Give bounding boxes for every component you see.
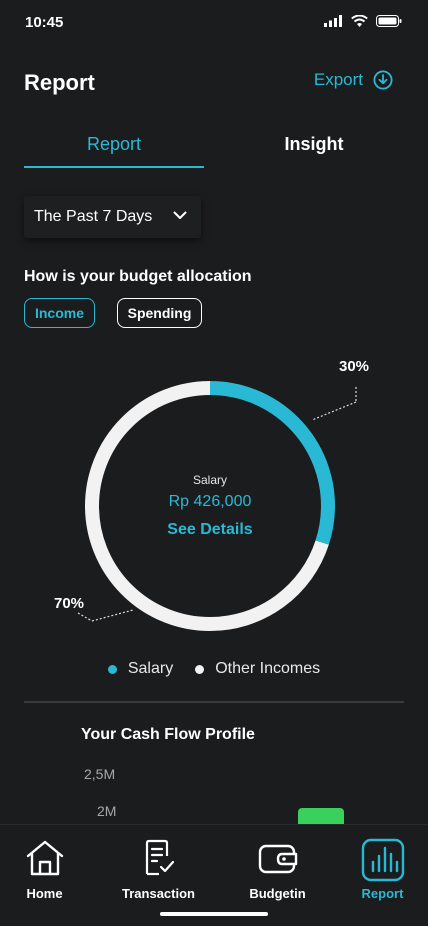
chart-legend: Salary Other Incomes	[0, 660, 428, 678]
allocation-donut-chart: 30% 70% Salary Rp 426,000 See Details	[0, 345, 428, 645]
wallet-icon	[258, 844, 297, 874]
chevron-down-icon	[173, 211, 187, 219]
center-category: Salary	[192, 473, 227, 487]
export-label: Export	[313, 70, 363, 89]
donut-center: Salary Rp 426,000 See Details	[110, 473, 310, 539]
nav-item-home[interactable]: Home	[0, 825, 98, 905]
nav-item-budgetin[interactable]: Budgetin	[224, 825, 331, 905]
leader-line-70	[91, 609, 134, 622]
see-details-link[interactable]: See Details	[110, 521, 310, 539]
status-time: 10:45	[25, 14, 64, 31]
slice-label-other: 70%	[54, 595, 85, 612]
signal-icon	[324, 15, 342, 27]
legend-label-salary: Salary	[127, 660, 174, 677]
page-title: Report	[24, 70, 95, 95]
home-indicator	[160, 912, 268, 916]
y-tick-label: 2M	[97, 803, 117, 819]
tab-insight[interactable]: Insight	[224, 134, 404, 168]
tab-report[interactable]: Report	[24, 134, 204, 168]
leader-line-30-diag	[311, 401, 357, 421]
legend-dot-other	[195, 664, 205, 674]
period-dropdown[interactable]: The Past 7 Days	[24, 196, 201, 238]
report-tabs: Report Insight	[24, 134, 404, 168]
slice-label-salary: 30%	[339, 358, 370, 375]
nav-label-transaction: Transaction	[122, 886, 195, 901]
legend-item-other: Other Incomes	[195, 660, 320, 678]
legend-dot-salary	[107, 664, 117, 674]
legend-item-salary: Salary	[107, 660, 174, 678]
nav-label-budgetin: Budgetin	[249, 886, 306, 901]
center-amount: Rp 426,000	[168, 493, 252, 510]
header: Report Export	[24, 66, 404, 100]
nav-label-home: Home	[26, 886, 63, 901]
filter-income[interactable]: Income	[24, 298, 95, 328]
nav-item-transaction[interactable]: Transaction	[105, 825, 212, 905]
leader-line-70-end	[77, 612, 93, 622]
cash-flow-title: Your Cash Flow Profile	[81, 726, 255, 743]
wifi-icon	[351, 15, 368, 27]
legend-label-other: Other Incomes	[215, 660, 321, 677]
battery-icon	[376, 15, 402, 27]
export-button[interactable]: Export	[314, 70, 393, 90]
filter-spending[interactable]: Spending	[117, 298, 202, 328]
home-icon	[26, 840, 63, 876]
allocation-title: How is your budget allocation	[24, 268, 252, 285]
status-bar: 10:45	[0, 0, 428, 48]
y-tick-label: 2,5M	[84, 766, 116, 782]
section-divider	[24, 701, 404, 703]
receipt-icon	[145, 839, 174, 876]
chart-icon	[361, 838, 404, 882]
period-value: The Past 7 Days	[34, 208, 153, 225]
nav-label-report: Report	[361, 886, 404, 901]
download-icon	[373, 70, 393, 90]
nav-item-report[interactable]: Report	[329, 825, 428, 905]
status-icons	[324, 15, 402, 27]
bottom-nav: Home Transaction Budgetin Report	[0, 824, 428, 926]
